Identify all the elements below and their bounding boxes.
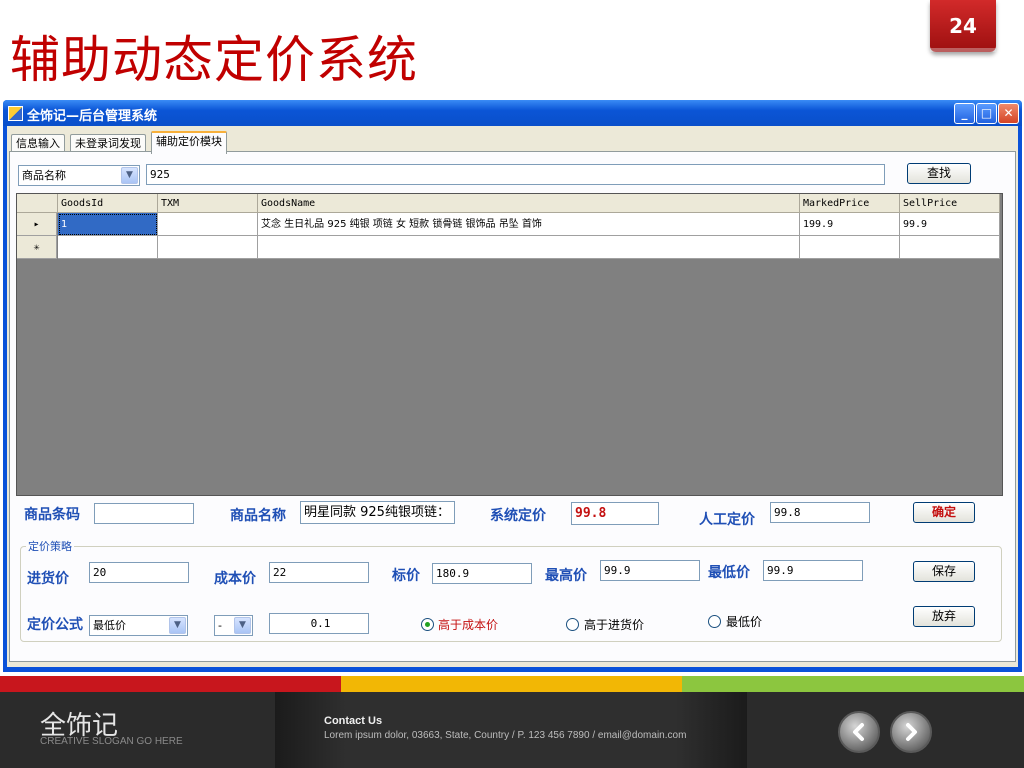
pricing-strategy-title: 定价策略: [26, 538, 74, 554]
tab-unknown-words[interactable]: 未登录词发现: [70, 134, 146, 152]
table-cell[interactable]: [158, 213, 258, 236]
operator-select-value: -: [218, 619, 222, 632]
table-cell[interactable]: [158, 236, 258, 259]
page-number-badge: 24: [930, 0, 996, 52]
search-button[interactable]: 查找: [907, 163, 971, 184]
formula-select-value: 最低价: [93, 619, 126, 632]
product-name-input[interactable]: 明星同款 925纯银项链：: [300, 501, 455, 524]
product-name-label: 商品名称: [230, 508, 286, 524]
max-price-input[interactable]: 99.9: [600, 560, 700, 581]
table-cell[interactable]: [58, 236, 158, 259]
radio-lowest-price-label[interactable]: 最低价: [726, 613, 762, 630]
tab-info-input[interactable]: 信息输入: [11, 134, 65, 152]
search-input[interactable]: 925: [146, 164, 885, 185]
window-title: 全饰记—后台管理系统: [27, 109, 158, 124]
factor-input[interactable]: 0.1: [269, 613, 369, 634]
close-button[interactable]: ✕: [998, 103, 1019, 124]
list-price-value: 180.9: [436, 567, 470, 580]
column-header[interactable]: GoodsId: [58, 194, 158, 213]
barcode-input-value: [95, 507, 98, 520]
table-cell[interactable]: [258, 236, 800, 259]
column-header[interactable]: SellPrice: [900, 194, 1000, 213]
formula-label: 定价公式: [27, 617, 83, 633]
system-price-label: 系统定价: [490, 508, 546, 524]
brand-slogan: CREATIVE SLOGAN GO HERE: [40, 736, 183, 747]
system-price-value: 99.8: [575, 506, 607, 521]
search-field-select[interactable]: 商品名称 ▼: [18, 165, 140, 186]
product-name-input-value: 明星同款 925纯银项链：: [304, 505, 450, 520]
radio-above-purchase[interactable]: [566, 618, 579, 631]
search-input-value: 925: [150, 168, 170, 181]
maximize-button[interactable]: □: [976, 103, 997, 124]
column-header[interactable]: TXM: [158, 194, 258, 213]
next-slide-button[interactable]: [890, 711, 932, 753]
goods-grid[interactable]: GoodsId TXM GoodsName MarkedPrice SellPr…: [16, 193, 1003, 496]
list-price-input[interactable]: 180.9: [432, 563, 532, 584]
previous-slide-button[interactable]: [838, 711, 880, 753]
radio-lowest-price[interactable]: [708, 615, 721, 628]
save-button[interactable]: 保存: [913, 561, 975, 582]
manual-price-input-value: 99.8: [774, 506, 801, 519]
tab-pricing-module[interactable]: 辅助定价模块: [151, 131, 227, 154]
list-price-label: 标价: [392, 568, 420, 584]
grid-corner: [17, 194, 58, 213]
confirm-button[interactable]: 确定: [913, 502, 975, 523]
table-cell[interactable]: 1: [58, 213, 158, 236]
purchase-price-input[interactable]: 20: [89, 562, 189, 583]
chevron-down-icon: ▼: [234, 617, 251, 634]
minimize-button[interactable]: _: [954, 103, 975, 124]
min-price-value: 99.9: [767, 564, 794, 577]
min-price-input[interactable]: 99.9: [763, 560, 863, 581]
barcode-input[interactable]: [94, 503, 194, 524]
min-price-label: 最低价: [708, 565, 750, 581]
factor-value: 0.1: [310, 617, 331, 630]
max-price-value: 99.9: [604, 564, 631, 577]
contact-text: Lorem ipsum dolor, 03663, State, Country…: [324, 730, 687, 741]
chevron-down-icon: ▼: [121, 167, 138, 184]
footer-color-stripes: [0, 676, 1024, 692]
purchase-price-value: 20: [93, 566, 107, 579]
cost-price-label: 成本价: [214, 571, 256, 587]
system-price-output: 99.8: [571, 502, 659, 525]
chevron-right-icon: [906, 723, 917, 741]
search-field-select-value: 商品名称: [22, 169, 66, 182]
manual-price-label: 人工定价: [699, 512, 755, 528]
formula-select[interactable]: 最低价 ▼: [89, 615, 188, 636]
barcode-label: 商品条码: [24, 507, 80, 523]
column-header[interactable]: GoodsName: [258, 194, 800, 213]
row-marker-current[interactable]: ▸: [17, 213, 57, 236]
column-header[interactable]: MarkedPrice: [800, 194, 900, 213]
cost-price-input[interactable]: 22: [269, 562, 369, 583]
table-cell[interactable]: [900, 236, 1000, 259]
row-marker-new[interactable]: ✳: [17, 236, 57, 259]
chevron-down-icon: ▼: [169, 617, 186, 634]
radio-above-purchase-label[interactable]: 高于进货价: [584, 616, 644, 633]
app-icon: [8, 106, 23, 121]
purchase-price-label: 进货价: [27, 571, 69, 587]
manual-price-input[interactable]: 99.8: [770, 502, 870, 523]
operator-select[interactable]: - ▼: [214, 615, 253, 636]
max-price-label: 最高价: [545, 568, 587, 584]
table-cell[interactable]: 艾念 生日礼品 925 纯银 项链 女 短款 锁骨链 银饰品 吊坠 首饰: [258, 213, 800, 236]
table-cell[interactable]: [800, 236, 900, 259]
chevron-left-icon: [853, 723, 864, 741]
radio-above-cost[interactable]: [421, 618, 434, 631]
discard-button[interactable]: 放弃: [913, 606, 975, 627]
window-titlebar[interactable]: 全饰记—后台管理系统 _ □ ✕: [3, 100, 1022, 126]
table-cell[interactable]: 199.9: [800, 213, 900, 236]
slide-title: 辅助动态定价系统: [10, 31, 418, 89]
radio-above-cost-label[interactable]: 高于成本价: [438, 616, 498, 633]
cost-price-value: 22: [273, 566, 287, 579]
table-cell[interactable]: 99.9: [900, 213, 1000, 236]
contact-title: Contact Us: [324, 715, 383, 727]
